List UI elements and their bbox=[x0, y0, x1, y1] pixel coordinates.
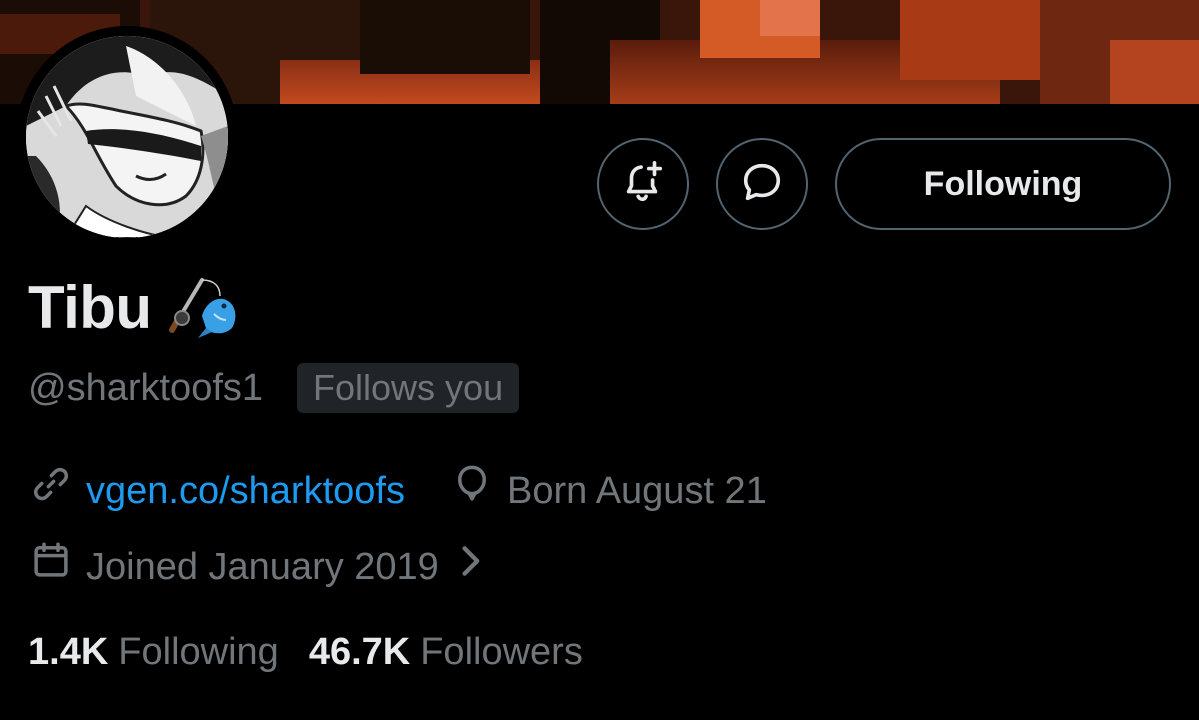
followers-stat[interactable]: 46.7K Followers bbox=[309, 627, 583, 677]
fish-icon bbox=[197, 298, 235, 338]
birthday-text: Born August 21 bbox=[506, 469, 767, 512]
profile-name-row: Tibu bbox=[28, 268, 248, 348]
following-stat[interactable]: 1.4K Following bbox=[28, 627, 279, 677]
profile-meta-row: vgen.co/sharktoofs Born August 21 bbox=[30, 463, 767, 518]
following-button[interactable]: Following bbox=[835, 138, 1171, 230]
display-name: Tibu bbox=[28, 274, 152, 341]
speech-bubble-icon bbox=[739, 159, 785, 210]
calendar-icon bbox=[30, 539, 72, 594]
handle-row: @sharktoofs1 Follows you bbox=[28, 363, 520, 413]
joined-row[interactable]: Joined January 2019 bbox=[30, 539, 483, 594]
bell-plus-icon bbox=[620, 159, 666, 210]
following-button-label: Following bbox=[923, 164, 1083, 203]
message-button[interactable] bbox=[716, 138, 808, 230]
chevron-right-icon[interactable] bbox=[457, 542, 483, 592]
user-handle: @sharktoofs1 bbox=[28, 367, 264, 409]
profile-avatar[interactable] bbox=[16, 26, 238, 248]
avatar-image bbox=[26, 36, 228, 238]
balloon-icon bbox=[451, 463, 493, 518]
notifications-button[interactable] bbox=[597, 138, 689, 230]
follow-stats: 1.4K Following 46.7K Followers bbox=[28, 627, 583, 677]
following-count: 1.4K bbox=[28, 631, 109, 673]
followers-label: Followers bbox=[420, 631, 583, 673]
joined-date: Joined January 2019 bbox=[86, 545, 439, 588]
website-link[interactable]: vgen.co/sharktoofs bbox=[86, 466, 405, 516]
followers-count: 46.7K bbox=[308, 631, 411, 673]
follows-you-badge: Follows you bbox=[297, 363, 520, 413]
following-label: Following bbox=[118, 631, 279, 673]
link-icon bbox=[30, 463, 72, 518]
name-emoji bbox=[168, 274, 248, 343]
